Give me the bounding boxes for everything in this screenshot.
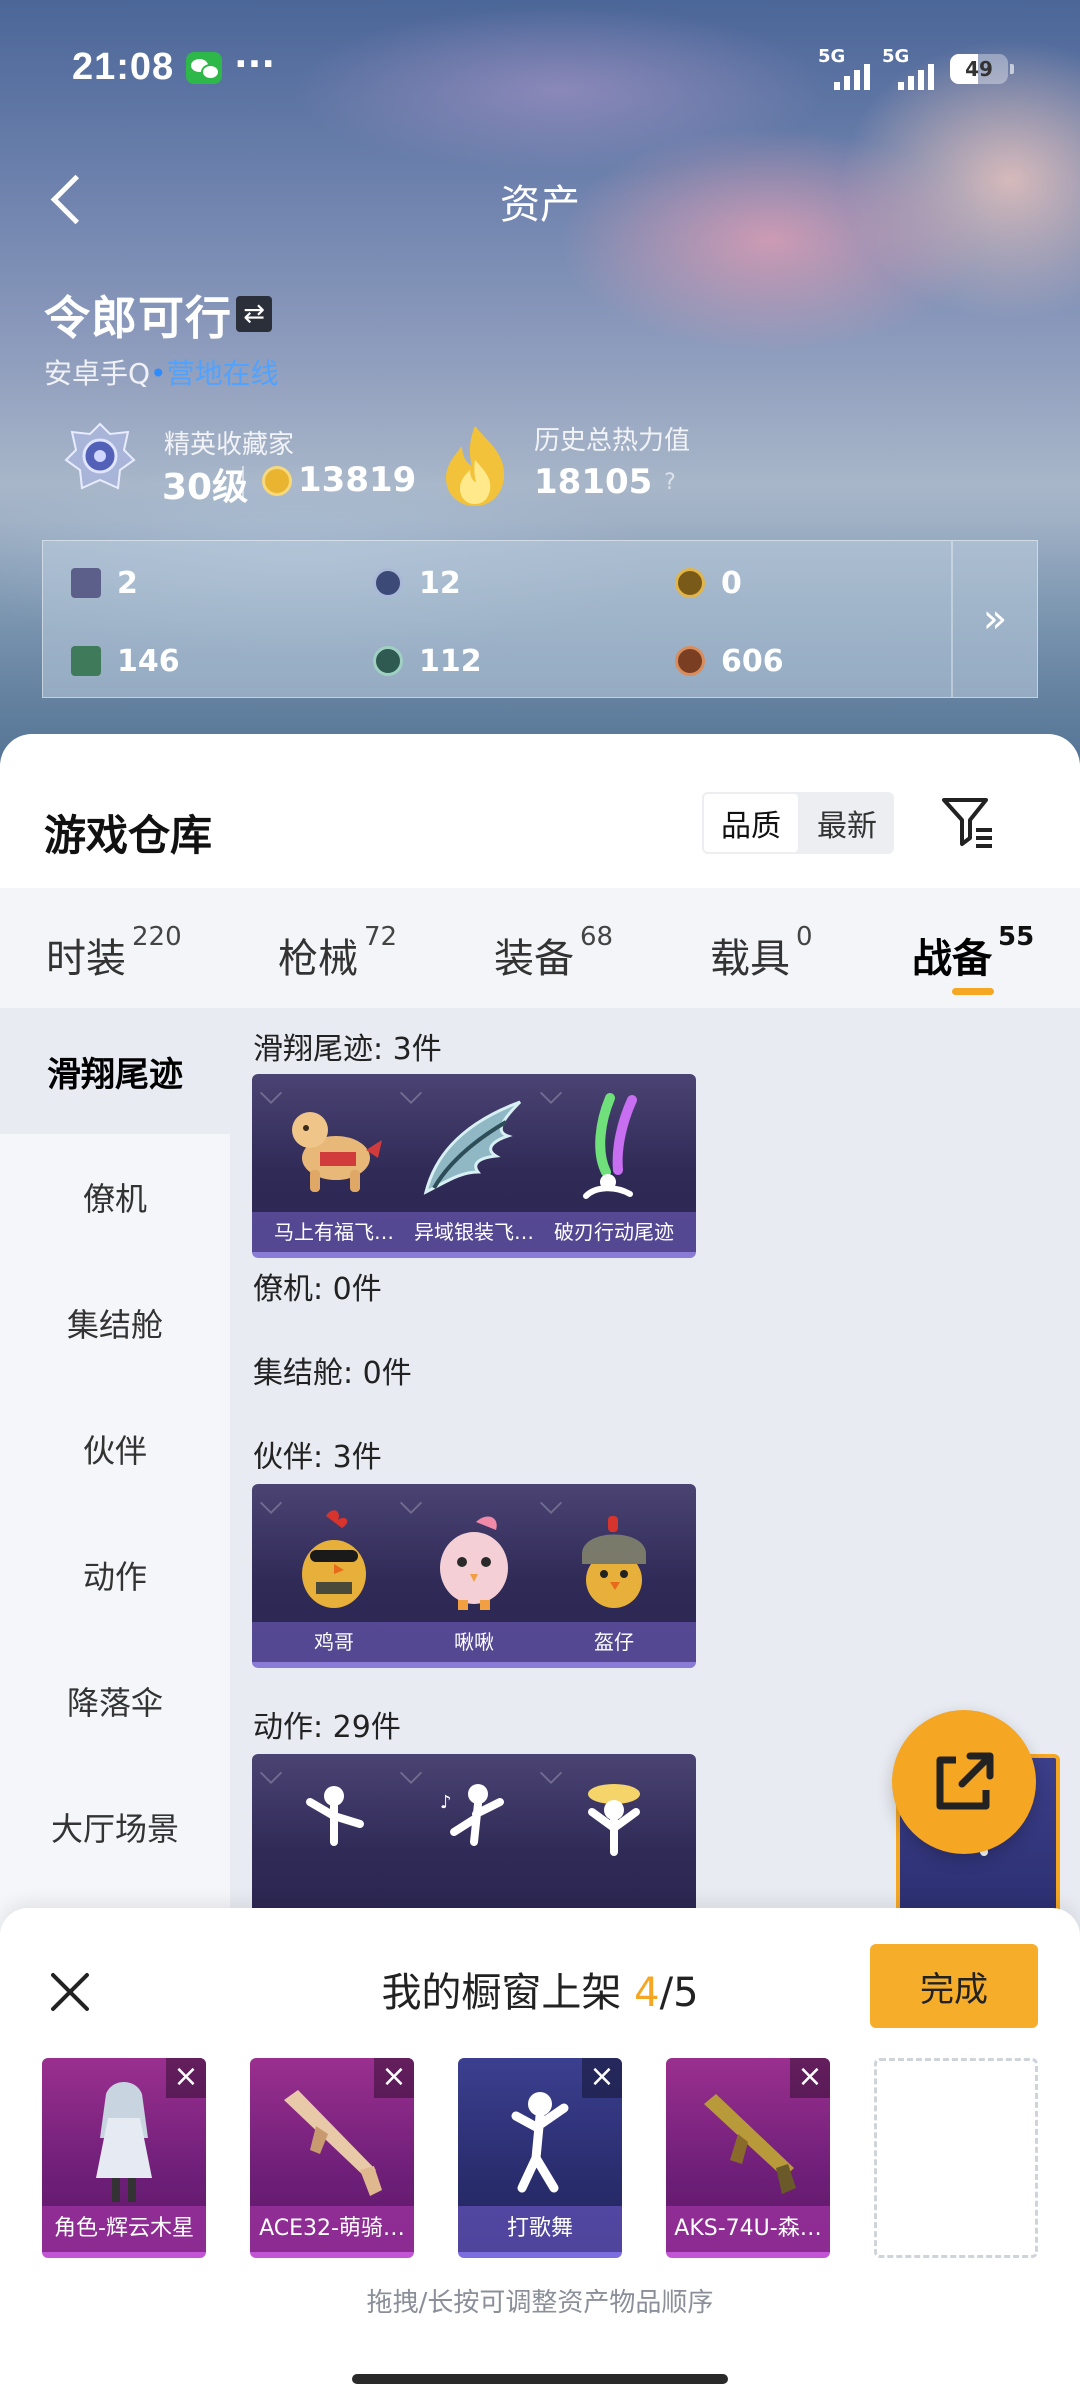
group-label-partner: 伙伴: 3件: [253, 1440, 382, 1475]
user-name: 令郎可行: [44, 291, 232, 345]
heat-value: 18105: [534, 462, 653, 502]
stat-green-card: 146: [71, 641, 180, 681]
share-button[interactable]: [892, 1710, 1036, 1854]
tab-vehicles[interactable]: 载具 0: [710, 922, 813, 984]
chicken-partner-icon: [302, 1510, 366, 1608]
golden-emote-icon: [588, 1784, 640, 1856]
silver-wing-icon: [423, 1100, 522, 1195]
sort-quality[interactable]: 品质: [702, 792, 800, 854]
tab-outfit[interactable]: 时装 220: [46, 922, 182, 984]
sort-toggle: 品质 最新: [702, 792, 894, 854]
showcase-slot[interactable]: × 角色-辉云木星: [42, 2058, 206, 2258]
pink-bird-partner-icon: [440, 1516, 508, 1610]
stat-green-coin: 112: [373, 641, 482, 681]
status-bar: 21:08 ··· 5G 5G 49: [0, 40, 1080, 100]
slot-name: AKS-74U-森…: [666, 2206, 830, 2252]
filter-icon[interactable]: [940, 794, 996, 850]
stat-blue-coin: 12: [373, 563, 461, 603]
helmet-chick-partner-icon: [582, 1516, 646, 1608]
tab-battle-prep[interactable]: 战备 55: [912, 922, 1034, 984]
remove-icon[interactable]: ×: [582, 2058, 622, 2098]
points-value: 13819: [298, 460, 417, 500]
rank-title: 精英收藏家: [164, 430, 295, 460]
reorder-hint: 拖拽/长按可调整资产物品顺序: [366, 2288, 714, 2318]
sidebar-item-wingman[interactable]: 僚机: [0, 1134, 230, 1260]
online-status: 营地在线: [166, 357, 279, 390]
more-notifications-icon: ···: [234, 44, 276, 85]
stat-gold-coin: 0: [675, 563, 742, 603]
showcase-slot[interactable]: × 打歌舞: [458, 2058, 622, 2258]
empty-showcase-slot[interactable]: [874, 2058, 1038, 2258]
sidebar-item-parachute[interactable]: 降落伞: [0, 1638, 230, 1764]
group-label-pod: 集结舱: 0件: [253, 1356, 412, 1391]
share-icon: [936, 1752, 994, 1810]
group-label-trail: 滑翔尾迹: 3件: [253, 1032, 442, 1067]
account-line: 安卓手Q•营地在线: [44, 357, 279, 390]
active-tab-indicator: [952, 988, 994, 995]
gold-coin-icon: [675, 568, 705, 598]
wechat-notification-icon: [186, 52, 222, 84]
warehouse-title: 游戏仓库: [44, 811, 213, 860]
sidebar-item-emote[interactable]: 动作: [0, 1512, 230, 1638]
music-dance-emote-icon: ♪: [440, 1784, 504, 1846]
showcase-slot[interactable]: × AKS-74U-森…: [666, 2058, 830, 2258]
remove-icon[interactable]: ×: [374, 2058, 414, 2098]
stat-bronze-coin: 606: [675, 641, 784, 681]
points-icon: [262, 466, 292, 496]
showcase-count: 4: [634, 1970, 660, 2016]
item-name: 盔仔: [532, 1622, 696, 1662]
rank-badge-icon: [64, 422, 136, 490]
fire-icon: [446, 426, 505, 506]
item-card[interactable]: 盔仔: [532, 1484, 696, 1668]
green-card-icon: [71, 646, 101, 676]
showcase-slot[interactable]: × ACE32-萌骑…: [250, 2058, 414, 2258]
remove-icon[interactable]: ×: [790, 2058, 830, 2098]
category-tabs: 时装 220 枪械 72 装备 68 载具 0 战备 55: [0, 888, 1080, 1008]
divider: [242, 466, 244, 502]
remove-icon[interactable]: ×: [166, 2058, 206, 2098]
card-icon: [71, 568, 101, 598]
item-name: 破刃行动尾迹: [532, 1212, 696, 1252]
tab-weapons[interactable]: 枪械 72: [278, 922, 397, 984]
slot-name: 角色-辉云木星: [42, 2206, 206, 2252]
sort-newest[interactable]: 最新: [800, 792, 894, 854]
signal-icon-sim2: 5G: [882, 46, 946, 90]
battery-level: 49: [965, 57, 993, 81]
sidebar-item-partner[interactable]: 伙伴: [0, 1386, 230, 1512]
green-coin-icon: [373, 646, 403, 676]
rank-level: 30级: [162, 467, 249, 508]
dance-emote-icon: [306, 1786, 364, 1846]
slot-name: 打歌舞: [458, 2206, 622, 2252]
signal-icon-sim1: 5G: [818, 46, 882, 90]
tab-equipment[interactable]: 装备 68: [494, 922, 613, 984]
sidebar-item-lobby-scene[interactable]: 大厅场景: [0, 1764, 230, 1890]
smoke-trail-icon: [583, 1093, 637, 1199]
currency-stats-panel: 2 12 0 146 112 606 »: [42, 540, 1038, 698]
stats-more-button[interactable]: »: [951, 541, 1037, 697]
blue-coin-icon: [373, 568, 403, 598]
status-time: 21:08: [72, 46, 175, 88]
horse-toy-icon: [292, 1112, 382, 1192]
page-title: 资产: [500, 182, 580, 228]
help-icon[interactable]: ?: [658, 470, 682, 495]
slot-name: ACE32-萌骑…: [250, 2206, 414, 2252]
sidebar-item-rally-pod[interactable]: 集结舱: [0, 1260, 230, 1386]
heat-label: 历史总热力值: [534, 426, 691, 456]
item-card[interactable]: 破刃行动尾迹: [532, 1074, 696, 1258]
battery-icon: 49: [950, 54, 1014, 84]
done-button[interactable]: 完成: [870, 1944, 1038, 2028]
platform-label: 安卓手Q: [44, 357, 151, 390]
showcase-total: 5: [673, 1970, 699, 2016]
showcase-sheet: 我的橱窗上架 4/5 完成 × 角色-辉云木星 × ACE32-萌骑… × 打歌…: [0, 1908, 1080, 2400]
stat-card: 2: [71, 563, 138, 603]
switch-account-icon[interactable]: ⇄: [236, 296, 272, 332]
bronze-coin-icon: [675, 646, 705, 676]
group-label-wingman: 僚机: 0件: [253, 1272, 382, 1307]
home-indicator[interactable]: [352, 2374, 728, 2384]
sidebar-item-glide-trail[interactable]: 滑翔尾迹: [0, 1008, 230, 1134]
group-label-emote: 动作: 29件: [253, 1710, 401, 1745]
svg-text:♪: ♪: [440, 1792, 452, 1813]
